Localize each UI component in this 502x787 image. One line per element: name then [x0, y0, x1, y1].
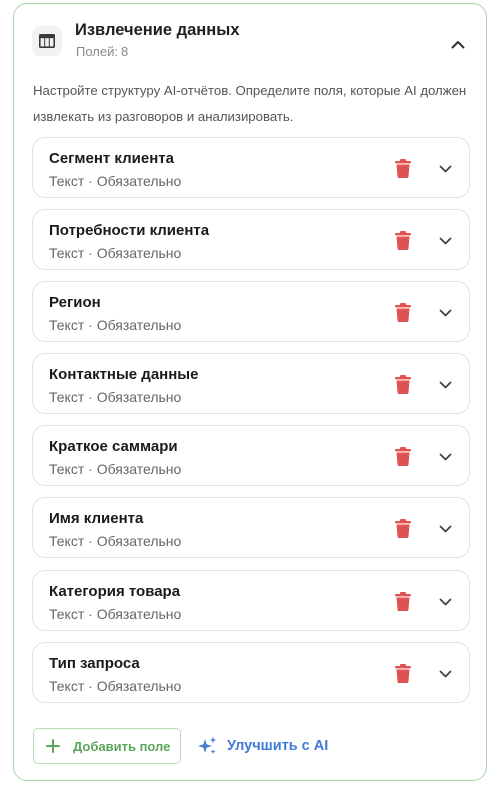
chevron-down-icon [439, 381, 451, 389]
delete-field-button[interactable] [394, 230, 412, 251]
chevron-down-icon [439, 598, 451, 605]
field-item[interactable]: Регион Текст · Обязательно [32, 281, 470, 343]
chevron-down-icon [439, 670, 451, 678]
field-meta: Текст · Обязательно [49, 173, 182, 189]
field-item[interactable]: Тип запроса Текст · Обязательно [32, 641, 470, 703]
field-item[interactable]: Контактные данные Текст · Обязательно [32, 353, 470, 415]
delete-field-button[interactable] [394, 663, 412, 684]
field-name: Категория товара [49, 582, 181, 600]
delete-field-button[interactable] [394, 158, 412, 179]
expand-field-button[interactable] [435, 592, 455, 612]
field-meta: Текст · Обязательно [49, 677, 182, 694]
field-item[interactable]: Категория товара Текст · Обязательно [32, 569, 470, 631]
field-meta: Текст · Обязательно [49, 605, 182, 622]
table-icon [32, 26, 62, 56]
field-item[interactable]: Краткое саммари Текст · Обязательно [32, 425, 470, 487]
field-name: Регион [49, 294, 101, 312]
field-meta: Текст · Обязательно [49, 245, 182, 262]
trash-icon [395, 519, 411, 539]
trash-icon [395, 159, 411, 178]
panel-header: Извлечение данных Полей: 8 [14, 4, 486, 70]
field-item[interactable]: Потребности клиента Текст · Обязательно [32, 209, 470, 271]
expand-field-button[interactable] [435, 664, 455, 684]
field-meta: Текст · Обязательно [49, 317, 182, 334]
expand-field-button[interactable] [435, 303, 455, 323]
expand-field-button[interactable] [435, 519, 455, 539]
field-meta: Текст · Обязательно [49, 461, 182, 478]
chevron-up-icon [451, 40, 465, 48]
field-count-label: Полей: [76, 44, 118, 59]
expand-field-button[interactable] [435, 375, 455, 395]
delete-field-button[interactable] [394, 302, 412, 323]
delete-field-button[interactable] [394, 518, 412, 539]
panel-title: Извлечение данных [75, 21, 240, 39]
chevron-down-icon [439, 237, 451, 245]
improve-with-ai-label: Улучшить с AI [227, 738, 329, 754]
chevron-down-icon [439, 453, 451, 461]
add-field-button[interactable]: Добавить поле [33, 728, 181, 764]
field-meta: Текст · Обязательно [49, 389, 182, 406]
field-meta: Текст · Обязательно [49, 533, 182, 550]
field-name: Имя клиента [49, 510, 144, 528]
expand-field-button[interactable] [435, 231, 455, 251]
field-name: Потребности клиента [49, 222, 210, 240]
field-name: Краткое саммари [49, 438, 178, 456]
trash-icon [395, 231, 411, 251]
field-name: Сегмент клиента [49, 150, 174, 167]
field-name: Тип запроса [49, 654, 140, 672]
field-count: Полей: 8 [76, 44, 128, 59]
collapse-button[interactable] [446, 32, 470, 56]
plus-icon [46, 739, 60, 753]
expand-field-button[interactable] [435, 159, 455, 179]
field-count-value: 8 [120, 44, 129, 59]
delete-field-button[interactable] [394, 446, 412, 467]
trash-icon [395, 663, 411, 683]
panel-description: Настройте структуру AI-отчётов. Определи… [33, 83, 467, 124]
field-list: Сегмент клиента Текст · Обязательно Потр… [32, 137, 470, 714]
trash-icon [395, 447, 411, 467]
data-extraction-panel: Извлечение данных Полей: 8 Настройте стру… [13, 3, 487, 781]
chevron-down-icon [439, 526, 451, 533]
chevron-down-icon [439, 165, 451, 173]
chevron-down-icon [439, 309, 451, 317]
delete-field-button[interactable] [394, 374, 412, 395]
field-item[interactable]: Имя клиента Текст · Обязательно [32, 497, 470, 559]
delete-field-button[interactable] [394, 591, 412, 612]
field-name: Контактные данные [49, 366, 199, 384]
sparkle-icon [196, 735, 218, 757]
expand-field-button[interactable] [435, 447, 455, 467]
field-item[interactable]: Сегмент клиента Текст · Обязательно [32, 137, 470, 198]
trash-icon [395, 375, 411, 395]
add-field-label: Добавить поле [73, 738, 171, 754]
improve-with-ai-button[interactable]: Улучшить с AI [196, 735, 328, 757]
trash-icon [395, 303, 411, 323]
trash-icon [395, 591, 411, 611]
